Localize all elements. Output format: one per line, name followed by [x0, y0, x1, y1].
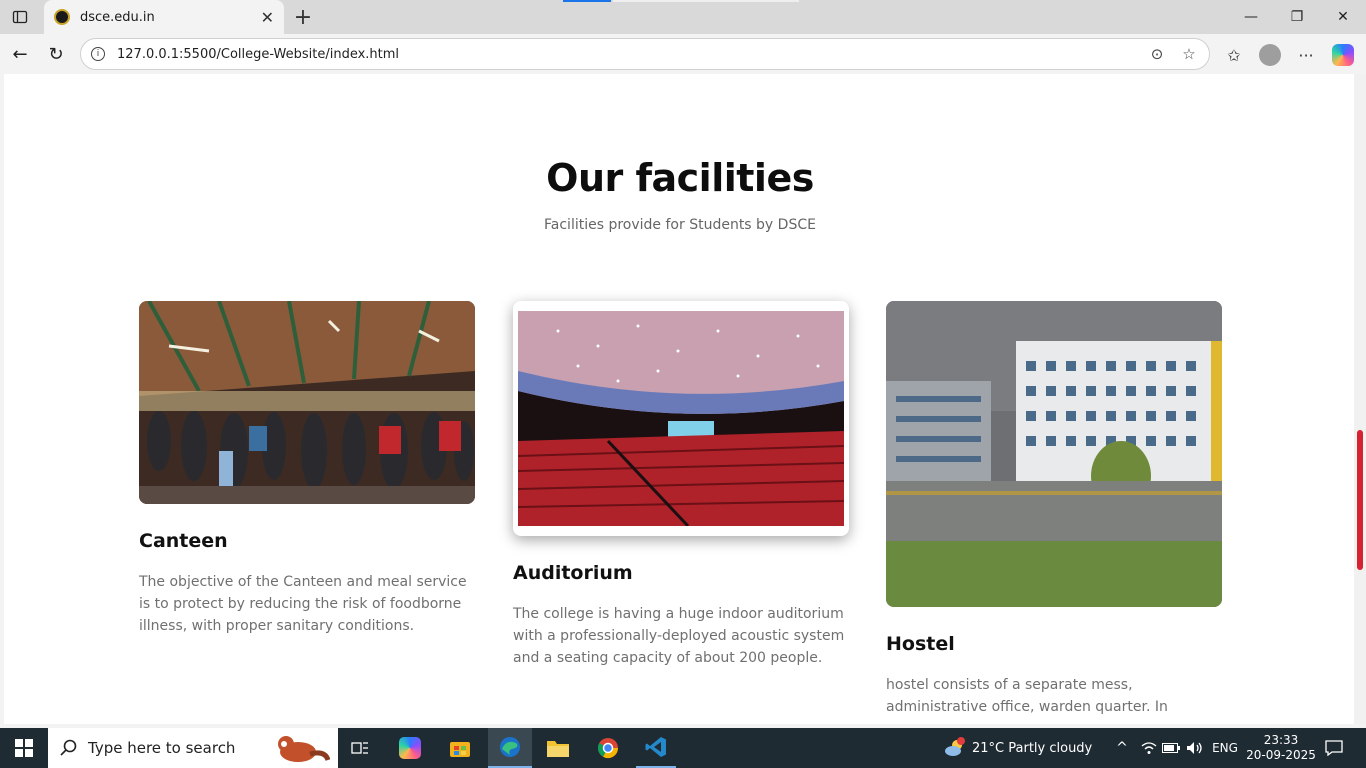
clock-date: 20-09-2025: [1246, 748, 1316, 762]
back-button[interactable]: ←: [8, 42, 32, 66]
profile-button[interactable]: [1257, 42, 1283, 68]
site-favicon-icon: [54, 9, 70, 25]
site-info-icon[interactable]: i: [91, 47, 105, 61]
card-text-auditorium: The college is having a huge indoor audi…: [513, 606, 845, 666]
tab-strip: dsce.edu.in ✕ + — ❐ ✕: [0, 0, 1366, 34]
favorite-star-icon[interactable]: ☆: [1177, 42, 1201, 66]
search-icon: [60, 739, 77, 756]
clock[interactable]: 23:33 20-09-2025: [1246, 728, 1316, 768]
address-toolbar: ← ↻ i 127.0.0.1:5500/College-Website/ind…: [0, 34, 1366, 74]
red-panda-search-highlight-icon: [270, 730, 331, 766]
tab-actions-icon[interactable]: [8, 5, 32, 29]
windows-taskbar: Type here to search 21°C Partly cloudy ^…: [0, 728, 1366, 768]
copilot-taskbar-icon[interactable]: [390, 728, 430, 768]
close-window-button[interactable]: ✕: [1320, 0, 1366, 34]
vscode-icon[interactable]: [636, 728, 676, 768]
taskbar-search[interactable]: Type here to search: [48, 728, 338, 768]
favorites-icon[interactable]: ✩: [1221, 42, 1247, 68]
refresh-button[interactable]: ↻: [44, 42, 68, 66]
weather-text[interactable]: 21°C Partly cloudy: [972, 728, 1096, 768]
page-scrollbar[interactable]: [1354, 74, 1366, 724]
avatar: [1259, 44, 1281, 66]
card-title-hostel: Hostel: [886, 633, 955, 655]
clock-time: 23:33: [1263, 733, 1299, 747]
chevron-up-icon[interactable]: ^: [1110, 728, 1134, 768]
task-view-icon[interactable]: [342, 728, 378, 768]
battery-icon[interactable]: [1160, 728, 1182, 768]
loading-track: [613, 0, 799, 2]
canteen-image: [139, 301, 475, 504]
page-viewport: Our facilities Facilities provide for St…: [4, 74, 1354, 724]
more-menu-icon[interactable]: ···: [1293, 42, 1319, 68]
browser-tab[interactable]: dsce.edu.in ✕: [44, 0, 284, 34]
read-aloud-icon[interactable]: ⊙: [1145, 42, 1169, 66]
copilot-icon[interactable]: [1330, 42, 1356, 68]
scrollbar-thumb[interactable]: [1357, 430, 1363, 570]
card-title-canteen: Canteen: [139, 530, 228, 552]
restore-button[interactable]: ❐: [1274, 0, 1320, 34]
volume-icon[interactable]: [1184, 728, 1206, 768]
address-bar[interactable]: i 127.0.0.1:5500/College-Website/index.h…: [80, 38, 1210, 70]
windows-logo-icon: [15, 739, 33, 757]
edge-taskbar-icon[interactable]: [488, 728, 532, 768]
language-indicator[interactable]: ENG: [1208, 728, 1242, 768]
loading-indicator: [563, 0, 611, 2]
tab-title: dsce.edu.in: [80, 9, 155, 25]
auditorium-image: [513, 301, 849, 536]
notifications-icon[interactable]: [1318, 728, 1350, 768]
weather-icon[interactable]: [940, 728, 970, 768]
minimize-button[interactable]: —: [1228, 0, 1274, 34]
new-tab-button[interactable]: +: [290, 4, 316, 30]
close-tab-icon[interactable]: ✕: [261, 8, 274, 27]
search-placeholder: Type here to search: [88, 739, 236, 757]
network-icon[interactable]: [1138, 728, 1160, 768]
card-text-hostel: hostel consists of a separate mess, admi…: [886, 677, 1168, 715]
card-title-auditorium: Auditorium: [513, 562, 633, 584]
microsoft-store-icon[interactable]: [440, 728, 480, 768]
section-subheading: Facilities provide for Students by DSCE: [544, 217, 816, 233]
file-explorer-icon[interactable]: [538, 728, 578, 768]
hostel-image: [886, 301, 1222, 607]
start-button[interactable]: [0, 728, 48, 768]
chrome-icon[interactable]: [588, 728, 628, 768]
section-heading: Our facilities: [546, 156, 814, 200]
copilot-logo: [1332, 44, 1354, 66]
card-text-canteen: The objective of the Canteen and meal se…: [139, 574, 467, 634]
url-text[interactable]: 127.0.0.1:5500/College-Website/index.htm…: [117, 47, 1145, 62]
